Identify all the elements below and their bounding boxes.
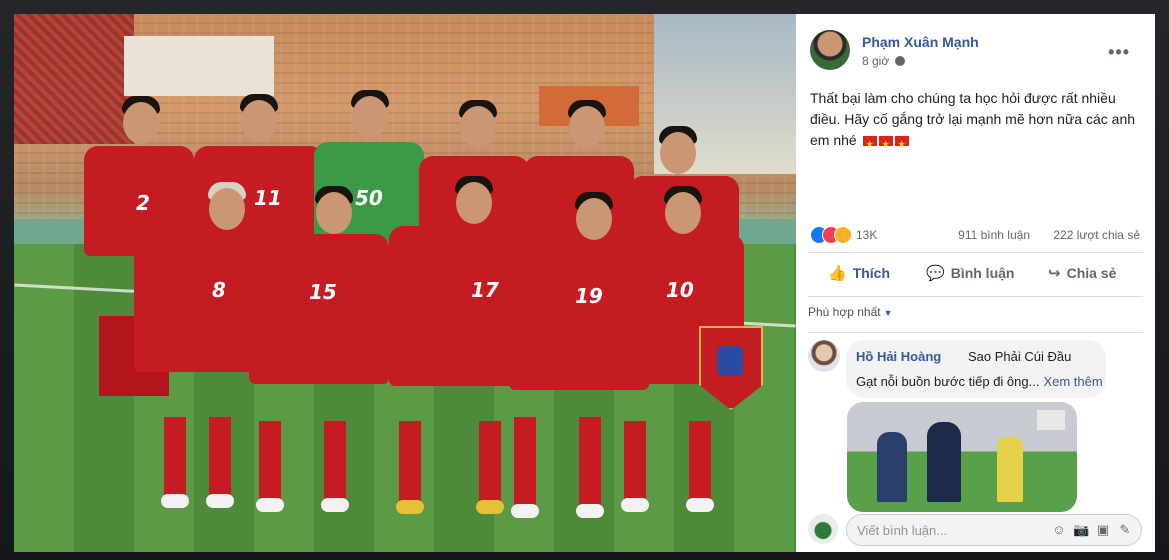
image-sign <box>1037 410 1065 430</box>
divider <box>808 252 1143 253</box>
jersey-number: 11 <box>254 186 282 210</box>
jersey-number: 15 <box>309 280 337 304</box>
jersey-number: 10 <box>666 278 694 302</box>
comment-attached-image[interactable] <box>847 402 1077 512</box>
share-count[interactable]: 222 lượt chia sẻ <box>1053 228 1140 242</box>
divider <box>808 332 1143 333</box>
vietnam-flag-icon <box>894 134 909 155</box>
commenter-avatar[interactable] <box>808 340 840 372</box>
globe-icon <box>895 56 906 66</box>
post-photo[interactable]: 2 11 50 8 15 17 19 10 <box>14 14 796 552</box>
post-text-body: Thất bại làm cho chúng ta học hỏi được r… <box>810 90 1136 148</box>
image-figure <box>927 422 961 502</box>
comment-input-placeholder: Viết bình luận... <box>857 523 948 538</box>
comment-text-line2: Gạt nỗi buồn bước tiếp đi ông... Xem thêm <box>856 374 1103 389</box>
sticker-icon[interactable]: ✎ <box>1117 522 1133 538</box>
author-name[interactable]: Phạm Xuân Mạnh <box>862 34 979 50</box>
reaction-count[interactable]: 13K <box>856 228 877 242</box>
jersey-number: 2 <box>136 191 150 215</box>
image-figure <box>877 432 907 502</box>
crowd <box>14 14 134 144</box>
like-label: Thích <box>852 265 891 281</box>
gif-icon[interactable]: ▣ <box>1095 522 1111 538</box>
sad-reaction-icon[interactable] <box>834 226 852 244</box>
share-icon: ↪ <box>1048 265 1061 282</box>
action-bar: 👍 Thích 💬 Bình luận ↪ Chia sẻ <box>808 256 1143 292</box>
post-text: Thất bại làm cho chúng ta học hỏi được r… <box>810 88 1140 155</box>
like-button[interactable]: 👍 Thích <box>828 264 890 282</box>
jersey-number: 17 <box>471 278 499 302</box>
comment-text-line1: Sao Phải Cúi Đầu <box>968 349 1072 364</box>
emoji-icon[interactable]: ☺ <box>1051 522 1067 538</box>
thumbs-up-icon: 👍 <box>828 265 847 282</box>
post-time-label: 8 giờ <box>862 54 890 68</box>
share-button[interactable]: ↪ Chia sẻ <box>1048 264 1116 282</box>
comment-count[interactable]: 911 bình luận <box>958 228 1030 242</box>
comment-bubble: Hồ Hải Hoàng Sao Phải Cúi Đầu Gạt nỗi bu… <box>846 340 1106 398</box>
reactions-bar: 13K 911 bình luận 222 lượt chia sẻ <box>810 226 1140 244</box>
jersey-number: 19 <box>575 284 603 308</box>
sort-label: Phù hợp nhất <box>808 305 881 319</box>
comment-composer: Viết bình luận... ☺ 📷 ▣ ✎ <box>808 512 1143 546</box>
composer-icons: ☺ 📷 ▣ ✎ <box>1045 521 1133 539</box>
image-figure <box>997 437 1023 502</box>
author-avatar[interactable] <box>810 30 850 70</box>
vietnam-flag-icon <box>862 134 877 155</box>
camera-icon[interactable]: 📷 <box>1073 522 1089 538</box>
divider <box>808 296 1143 297</box>
vff-emblem <box>717 346 743 376</box>
comment-label: Bình luận <box>950 265 1015 281</box>
vietnam-flag-icon <box>878 134 893 155</box>
see-more-link[interactable]: Xem thêm <box>1043 374 1102 389</box>
comment-sort-dropdown[interactable]: Phù hợp nhất ▼ <box>808 305 893 319</box>
post-sidebar: Phạm Xuân Mạnh 8 giờ ••• Thất bại làm ch… <box>796 14 1155 552</box>
comment-button[interactable]: 💬 Bình luận <box>926 264 1014 282</box>
caret-down-icon: ▼ <box>883 308 893 318</box>
comment-input[interactable]: Viết bình luận... ☺ 📷 ▣ ✎ <box>846 514 1142 546</box>
commenter-name[interactable]: Hồ Hải Hoàng <box>856 349 941 364</box>
jersey-number: 8 <box>212 278 226 302</box>
comment-text-line2-body: Gạt nỗi buồn bước tiếp đi ông... <box>856 374 1040 389</box>
stadium-banner <box>124 36 274 96</box>
jersey-number: 50 <box>355 186 383 210</box>
post-time[interactable]: 8 giờ <box>862 54 906 68</box>
current-user-avatar <box>808 514 838 544</box>
share-label: Chia sẻ <box>1066 265 1117 281</box>
more-options-icon[interactable]: ••• <box>1108 42 1130 63</box>
comment-icon: 💬 <box>926 265 945 282</box>
post-header: Phạm Xuân Mạnh 8 giờ ••• <box>810 30 1140 76</box>
